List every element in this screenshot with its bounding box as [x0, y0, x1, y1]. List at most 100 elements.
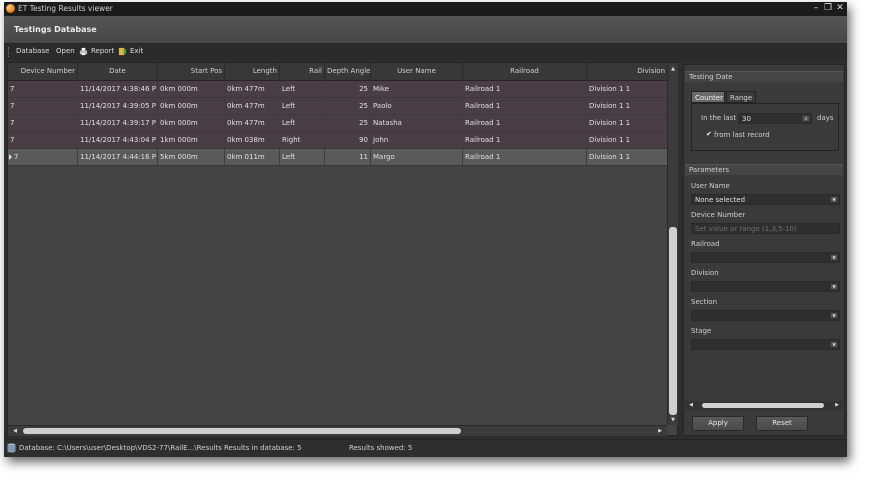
device-number-label: Device Number: [691, 211, 746, 219]
section-label: Section: [691, 298, 718, 306]
title-bar: ET Testing Results viewer – ❐ ✕: [4, 2, 847, 16]
column-device-number[interactable]: Device Number: [8, 63, 78, 80]
status-bar: Database: C:\Users\user\Desktop\VDS2-77\…: [4, 439, 847, 457]
scroll-right-icon[interactable]: ▶: [833, 401, 841, 409]
cell-railroad: Railroad 1: [463, 115, 587, 131]
printer-icon[interactable]: [79, 47, 88, 56]
cell-date: 11/14/2017 4:39:17 P: [78, 115, 158, 131]
cell-length: 0km 477m: [225, 81, 280, 97]
cell-railroad: Railroad 1: [463, 149, 587, 165]
minimize-button[interactable]: –: [811, 3, 821, 14]
menu-report[interactable]: Report: [91, 47, 114, 55]
section-select[interactable]: ▼: [691, 310, 840, 321]
chevron-down-icon[interactable]: ▼: [830, 254, 838, 261]
cell-user-name: Mike: [371, 81, 463, 97]
database-path: Database: C:\Users\user\Desktop\VDS2-77\…: [19, 444, 222, 452]
results-showed: Results showed: 5: [349, 444, 413, 452]
restore-button[interactable]: ❐: [823, 3, 833, 14]
cell-division: Division 1 1: [589, 85, 631, 93]
vertical-scroll-thumb[interactable]: [669, 227, 677, 415]
division-label: Division: [691, 269, 719, 277]
results-in-database: Results in database: 5: [224, 444, 302, 452]
cell-railroad: Railroad 1: [463, 132, 587, 148]
cell-date: 11/14/2017 4:43:04 P: [78, 132, 158, 148]
column-user-name[interactable]: User Name: [371, 63, 463, 80]
column-rail[interactable]: Rail: [280, 63, 325, 80]
spinner-icon[interactable]: ⇕: [802, 115, 810, 122]
table-row-selected[interactable]: 7 11/14/2017 4:44:16 P 5km 000m 0km 011m…: [8, 149, 667, 166]
stage-select[interactable]: ▼: [691, 339, 840, 350]
column-railroad[interactable]: Railroad: [463, 63, 587, 80]
tab-range[interactable]: Range: [726, 91, 756, 103]
table-row[interactable]: 7 11/14/2017 4:38:46 P 0km 000m 0km 477m…: [8, 81, 667, 98]
grid-horizontal-scrollbar[interactable]: ◀ ▶: [8, 425, 667, 436]
close-button[interactable]: ✕: [835, 3, 845, 14]
in-the-last-value: 30: [742, 115, 751, 123]
division-select[interactable]: ▼: [691, 281, 840, 292]
exit-icon[interactable]: [118, 47, 127, 56]
device-number-input[interactable]: Set value or range (1,3,5-10): [691, 223, 840, 234]
menu-exit[interactable]: Exit: [130, 47, 143, 55]
menu-open[interactable]: Open: [56, 47, 75, 55]
cell-depth-angle: 25: [325, 81, 371, 97]
cell-device-number: 7: [8, 81, 78, 97]
cell-device-number: 7: [8, 115, 78, 131]
grid-vertical-scrollbar[interactable]: ▲ ▼: [667, 63, 678, 425]
user-name-select[interactable]: None selected ▼: [691, 194, 840, 205]
scroll-left-icon[interactable]: ◀: [11, 427, 19, 435]
cell-start-pos: 5km 000m: [158, 149, 225, 165]
from-last-record-label: from last record: [714, 131, 770, 139]
in-the-last-spinner[interactable]: 30 ⇕: [738, 113, 812, 124]
cell-start-pos: 1km 000m: [158, 132, 225, 148]
user-name-value: None selected: [695, 196, 746, 204]
cell-user-name: John: [371, 132, 463, 148]
grid-header: Device Number Date Start Pos Length Rail…: [8, 63, 667, 81]
scroll-left-icon[interactable]: ◀: [687, 401, 695, 409]
chevron-down-icon[interactable]: ▼: [830, 341, 838, 348]
toolbar-grip[interactable]: [8, 47, 11, 57]
table-row[interactable]: 7 11/14/2017 4:43:04 P 1km 000m 0km 038m…: [8, 132, 667, 149]
cell-rail: Left: [280, 149, 325, 165]
chevron-down-icon[interactable]: ▼: [830, 283, 838, 290]
user-name-label: User Name: [691, 182, 730, 190]
column-length[interactable]: Length: [225, 63, 280, 80]
column-start-pos[interactable]: Start Pos: [158, 63, 225, 80]
cell-railroad: Railroad 1: [463, 98, 587, 114]
cell-depth-angle: 11: [325, 149, 371, 165]
checkbox-check-icon[interactable]: ✔: [706, 130, 712, 138]
cell-start-pos: 0km 000m: [158, 81, 225, 97]
chevron-down-icon[interactable]: ▼: [830, 312, 838, 319]
cell-railroad: Railroad 1: [463, 81, 587, 97]
app-icon: [6, 4, 15, 13]
panel-scroll-thumb[interactable]: [702, 403, 824, 408]
railroad-select[interactable]: ▼: [691, 252, 840, 263]
column-division[interactable]: Division: [587, 63, 667, 80]
menu-database[interactable]: Database: [16, 47, 49, 55]
chevron-down-icon[interactable]: ▼: [830, 196, 838, 203]
apply-button[interactable]: Apply: [692, 416, 744, 431]
stage-label: Stage: [691, 327, 712, 335]
scroll-right-icon[interactable]: ▶: [656, 427, 664, 435]
cell-rail: Left: [280, 98, 325, 114]
cell-depth-angle: 25: [325, 115, 371, 131]
cell-length: 0km 477m: [225, 115, 280, 131]
cell-start-pos: 0km 000m: [158, 98, 225, 114]
cell-device-number: 7: [8, 132, 78, 148]
cell-division: Division 1 1: [589, 153, 631, 161]
table-row[interactable]: 7 11/14/2017 4:39:17 P 0km 000m 0km 477m…: [8, 115, 667, 132]
cell-division: Division 1 1: [589, 136, 631, 144]
scroll-up-icon[interactable]: ▲: [669, 65, 677, 73]
column-depth-angle[interactable]: Depth Angle: [325, 63, 371, 80]
reset-button[interactable]: Reset: [756, 416, 808, 431]
column-date[interactable]: Date: [78, 63, 158, 80]
counter-tab-content: In the last 30 ⇕ days ✔ from last record: [691, 103, 839, 151]
table-row[interactable]: 7 11/14/2017 4:39:05 P 0km 000m 0km 477m…: [8, 98, 667, 115]
tab-counter[interactable]: Counter: [691, 91, 725, 103]
railroad-label: Railroad: [691, 240, 720, 248]
horizontal-scroll-thumb[interactable]: [23, 428, 461, 434]
cell-device-number: 7: [8, 98, 78, 114]
scroll-down-icon[interactable]: ▼: [669, 416, 677, 424]
cell-date: 11/14/2017 4:44:16 P: [78, 149, 158, 165]
cell-user-name: Paolo: [371, 98, 463, 114]
panel-horizontal-scrollbar[interactable]: ◀ ▶: [685, 401, 843, 410]
